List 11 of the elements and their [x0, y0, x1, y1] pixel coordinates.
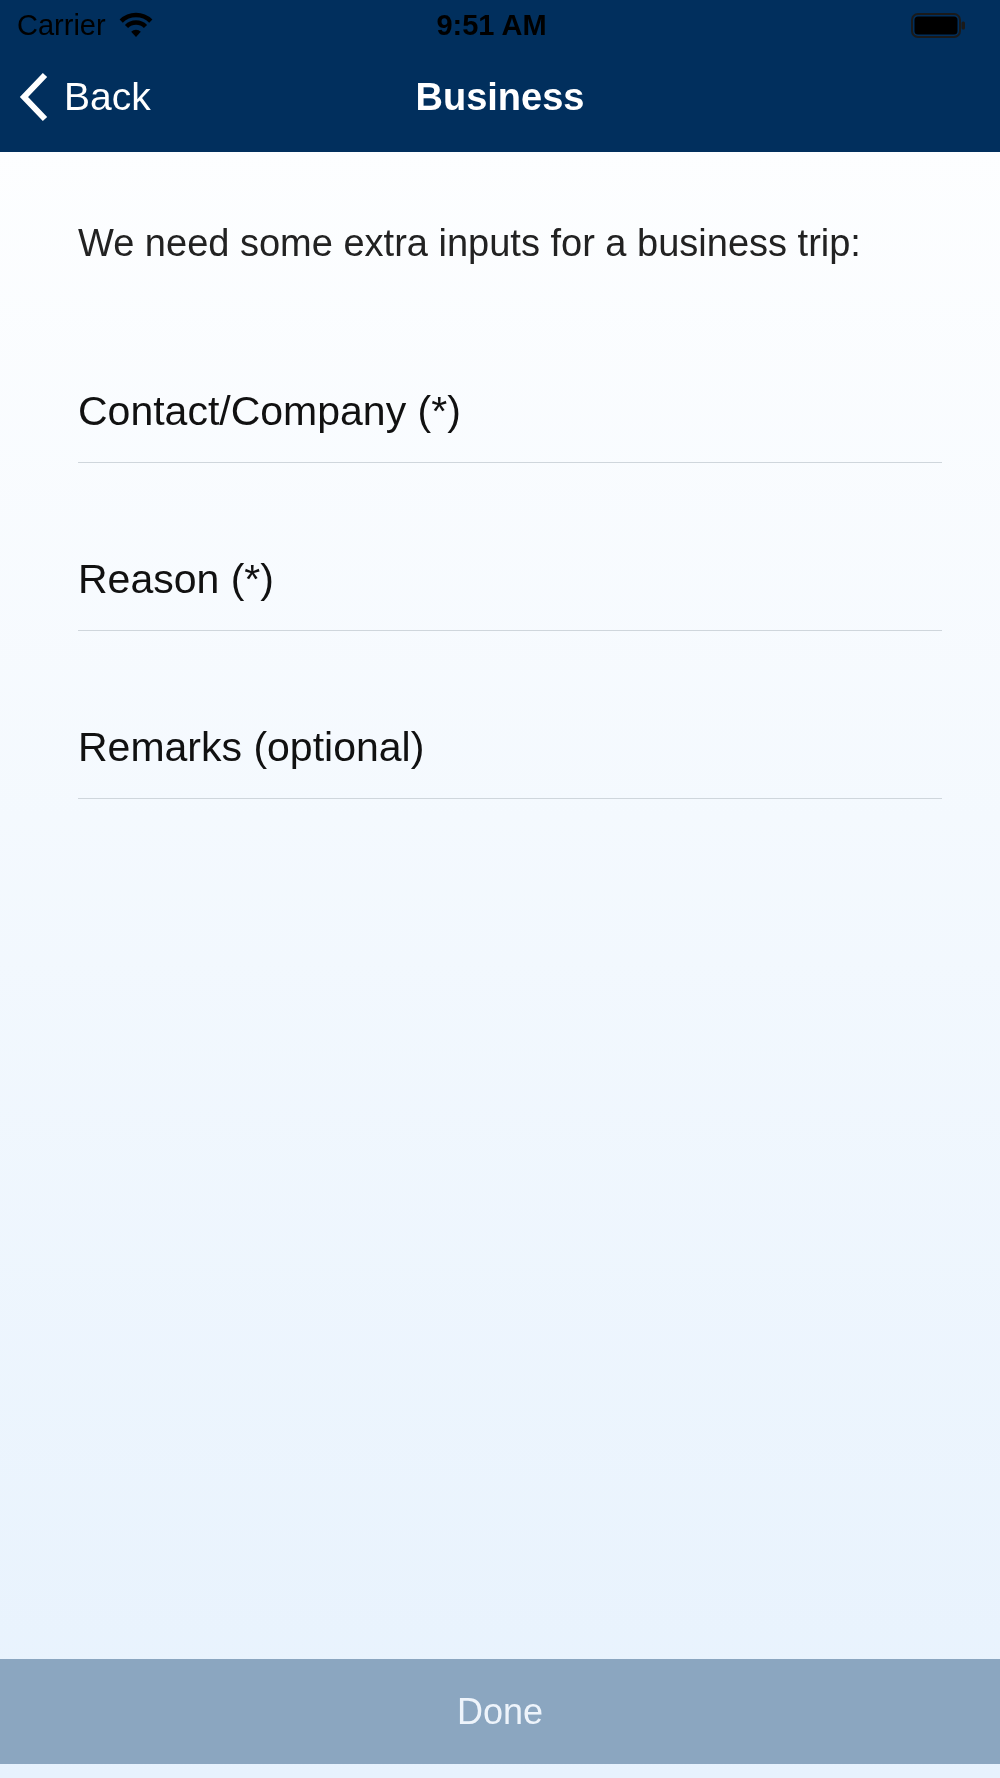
wifi-icon — [118, 12, 153, 38]
input-field[interactable]: Reason (*) — [78, 529, 942, 631]
input-field[interactable]: Contact/Company (*) — [78, 361, 942, 463]
screen-title: Business — [415, 75, 585, 119]
clock-time: 9:51 AM — [436, 8, 547, 42]
input-field[interactable]: Remarks (optional) — [78, 697, 942, 799]
intro-text: We need some extra inputs for a business trip: — [78, 221, 862, 266]
chevron-left-icon — [19, 72, 49, 122]
carrier-label: Carrier — [17, 8, 106, 42]
back-button[interactable]: Back — [0, 72, 151, 122]
battery-icon — [911, 12, 966, 38]
